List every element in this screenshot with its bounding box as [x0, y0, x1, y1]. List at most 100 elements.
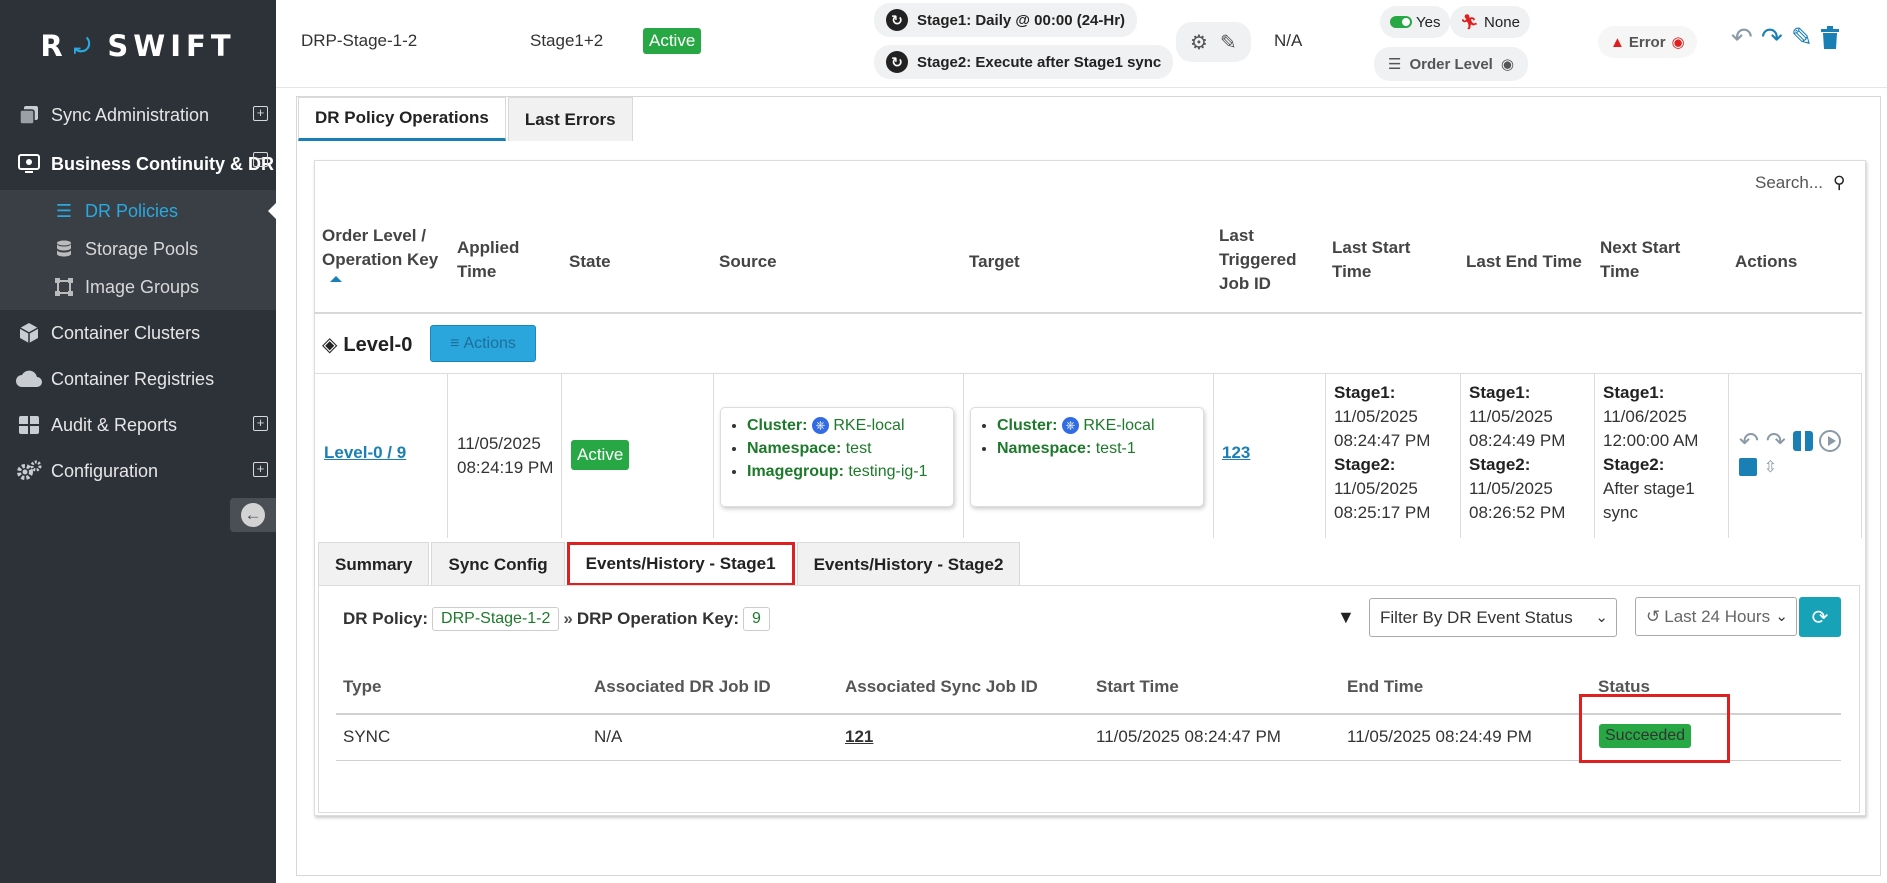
last-job-link[interactable]: 123: [1222, 441, 1250, 465]
header-line: Last Start: [1332, 238, 1411, 257]
sidebar-item-dr-policies[interactable]: ☰ DR Policies: [0, 192, 276, 230]
stage-label: Stage1:: [1334, 383, 1396, 402]
chevron-down-icon: ⌄: [1775, 608, 1788, 625]
pencil-icon[interactable]: ✎: [1220, 30, 1237, 55]
sort-icon[interactable]: ⇳: [1764, 459, 1777, 476]
tab-summary[interactable]: Summary: [318, 542, 430, 586]
order-level-toggle[interactable]: ☰ Order Level ◉: [1374, 47, 1528, 81]
op-key-tag: 9: [743, 607, 770, 631]
trash-icon[interactable]: [1820, 26, 1840, 55]
expand-icon[interactable]: +: [253, 462, 268, 477]
sidebar-item-audit-reports[interactable]: Audit & Reports +: [0, 402, 276, 448]
col-header-state[interactable]: State: [569, 250, 611, 274]
source-namespace: Namespace: test: [747, 437, 945, 460]
edit-icon[interactable]: ✎: [1791, 22, 1813, 53]
cell-next-start: Stage1: 11/06/2025 12:00:00 AM Stage2: A…: [1595, 374, 1729, 538]
chevron-down-icon: ⌄: [1595, 609, 1608, 626]
events-col-sync-job[interactable]: Associated Sync Job ID: [845, 677, 1038, 697]
sidebar-item-configuration[interactable]: Configuration +: [0, 448, 276, 494]
field-value: RKE-local: [1083, 417, 1155, 434]
operation-key-link[interactable]: Level-0 / 9: [324, 441, 406, 465]
cell-last-start: Stage1: 11/05/2025 08:24:47 PM Stage2: 1…: [1326, 374, 1461, 538]
stage1-schedule: ↻ Stage1: Daily @ 00:00 (24-Hr): [874, 3, 1138, 37]
col-header-source[interactable]: Source: [719, 250, 777, 274]
stop-icon[interactable]: [1739, 458, 1757, 476]
level-title: ◈ Level-0: [322, 332, 412, 357]
search-box[interactable]: Search... ⚲: [1755, 173, 1846, 193]
target-namespace: Namespace: test-1: [997, 437, 1195, 460]
events-col-dr-job[interactable]: Associated DR Job ID: [594, 677, 771, 697]
col-header-last-end[interactable]: Last End Time: [1466, 250, 1582, 274]
grid-icon: [14, 413, 44, 437]
time-value: 08:25:17 PM: [1334, 503, 1431, 522]
col-header-applied-time[interactable]: Applied Time: [457, 236, 519, 284]
redo-icon[interactable]: ↷: [1766, 428, 1786, 455]
sidebar-item-container-clusters[interactable]: Container Clusters: [0, 310, 276, 356]
time-range-value: Last 24 Hours: [1664, 606, 1771, 626]
sidebar-item-label: Configuration: [51, 460, 159, 481]
events-col-end[interactable]: End Time: [1347, 677, 1423, 697]
date-value: 11/05/2025: [1334, 479, 1418, 498]
enabled-toggle[interactable]: Yes: [1380, 6, 1451, 38]
op-key-label: DRP Operation Key:: [576, 609, 740, 628]
sidebar-item-sync-administration[interactable]: Sync Administration +: [0, 92, 276, 138]
col-header-last-job-id[interactable]: Last Triggered Job ID: [1219, 224, 1296, 296]
search-input[interactable]: Search...: [1755, 173, 1823, 192]
sidebar-item-storage-pools[interactable]: Storage Pools: [0, 230, 276, 268]
sidebar-item-business-continuity[interactable]: Business Continuity & DR −: [0, 138, 276, 190]
sidebar-subitem-label: Storage Pools: [85, 238, 199, 259]
logo: R ⤾ SWIFT: [0, 0, 276, 92]
col-header-last-start[interactable]: Last Start Time: [1332, 236, 1410, 284]
gear-icon[interactable]: ⚙: [1190, 30, 1208, 55]
collapse-section-icon[interactable]: −: [253, 152, 268, 167]
time-value: 08:26:52 PM: [1469, 503, 1566, 522]
col-header-order-level[interactable]: Order Level / Operation Key: [322, 224, 438, 282]
tab-dr-policy-operations[interactable]: DR Policy Operations: [298, 97, 506, 141]
stage-label: Stage2:: [1603, 455, 1665, 474]
source-imagegroup: Imagegroup: testing-ig-1: [747, 460, 945, 483]
time-range-select[interactable]: ↺ Last 24 Hours ⌄: [1635, 597, 1797, 636]
logo-letter: R: [40, 29, 68, 63]
pause-icon[interactable]: [1792, 431, 1813, 451]
stage-label: Stage1:: [1469, 383, 1531, 402]
tab-sync-config[interactable]: Sync Config: [431, 542, 565, 586]
tab-last-errors[interactable]: Last Errors: [507, 97, 633, 141]
undo-icon[interactable]: ↶: [1731, 22, 1753, 53]
cell-applied-time: 11/05/2025 08:24:19 PM: [448, 374, 562, 538]
col-header-actions: Actions: [1735, 252, 1798, 271]
sidebar-item-image-groups[interactable]: Image Groups: [0, 268, 276, 306]
schedule-icon: ↻: [886, 9, 908, 31]
order-level-label: Order Level: [1409, 55, 1493, 73]
col-header-target[interactable]: Target: [969, 250, 1020, 274]
sidebar-item-container-registries[interactable]: Container Registries: [0, 356, 276, 402]
logo-text: SWIFT: [107, 29, 236, 63]
refresh-button[interactable]: ⟳: [1799, 597, 1841, 637]
events-col-start[interactable]: Start Time: [1096, 677, 1179, 697]
tab-events-stage2[interactable]: Events/History - Stage2: [796, 542, 1021, 586]
undo-icon[interactable]: ↶: [1739, 428, 1759, 455]
toggle-label: Yes: [1416, 13, 1441, 31]
play-icon[interactable]: [1819, 430, 1842, 452]
search-icon[interactable]: ⚲: [1833, 173, 1845, 192]
cube-icon: [14, 321, 44, 345]
stage-label: Stage2:: [1469, 455, 1531, 474]
level-actions-button[interactable]: ≡ Actions: [430, 325, 536, 362]
col-header-next-start[interactable]: Next Start Time: [1600, 236, 1680, 284]
runner-label: None: [1484, 13, 1520, 31]
sidebar-item-label: Container Registries: [51, 368, 215, 389]
header-line: Job ID: [1219, 274, 1271, 293]
header-line: Time: [1600, 262, 1640, 281]
sidebar-subitem-label: Image Groups: [85, 276, 200, 297]
database-icon: [53, 240, 75, 258]
events-col-type[interactable]: Type: [343, 677, 381, 697]
error-indicator[interactable]: ▲ Error ◉: [1598, 26, 1697, 58]
expand-icon[interactable]: +: [253, 106, 268, 121]
expand-icon[interactable]: +: [253, 416, 268, 431]
sidebar-collapse-button[interactable]: ←: [230, 498, 276, 532]
status-filter-select[interactable]: Filter By DR Event Status ⌄: [1369, 598, 1617, 637]
tab-events-stage1[interactable]: Events/History - Stage1: [566, 542, 795, 586]
redo-icon[interactable]: ↷: [1761, 22, 1783, 53]
event-sync-job-link[interactable]: 121: [845, 727, 873, 747]
events-filter-summary: DR Policy: DRP-Stage-1-2 » DRP Operation…: [343, 607, 770, 631]
sidebar-subitems: ☰ DR Policies Storage Pools Image Groups: [0, 190, 276, 310]
